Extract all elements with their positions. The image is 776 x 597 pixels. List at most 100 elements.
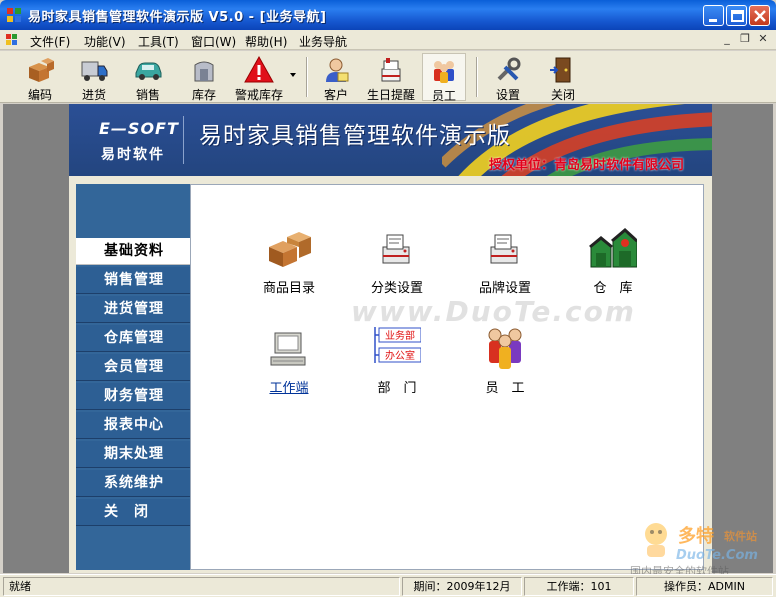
item-category-settings-label: 分类设置 bbox=[370, 281, 423, 296]
item-workstation-label: 工作端 bbox=[269, 381, 309, 396]
nav-item-system[interactable]: 系统维护 bbox=[76, 470, 190, 497]
toolbar-customer-button[interactable]: 客户 bbox=[314, 53, 358, 102]
mdi-restore-button[interactable]: ❐ bbox=[738, 33, 752, 46]
dept-office: 办公室 bbox=[385, 349, 415, 362]
brand-printer-icon bbox=[490, 234, 518, 264]
watermark-text: www.DuoTe.com bbox=[351, 295, 636, 328]
toolbar-code-label: 编码 bbox=[27, 88, 52, 102]
dropdown-arrow-icon[interactable] bbox=[290, 73, 296, 77]
menu-help[interactable]: 帮助(H) bbox=[245, 33, 287, 50]
maximize-button[interactable] bbox=[726, 5, 747, 26]
close-icon bbox=[754, 10, 766, 22]
item-staff[interactable]: 员 工 bbox=[455, 325, 555, 396]
item-product-catalog-label: 商品目录 bbox=[262, 281, 315, 296]
nav-item-members[interactable]: 会员管理 bbox=[76, 354, 190, 381]
nav-item-finance[interactable]: 财务管理 bbox=[76, 383, 190, 410]
status-bar: 就绪 期间：2009年12月 工作端：101 操作员：ADMIN bbox=[0, 574, 776, 597]
toolbar-alert-stock-label: 警戒库存 bbox=[234, 88, 283, 102]
toolbar-separator bbox=[476, 57, 478, 97]
nav-item-warehouse[interactable]: 仓库管理 bbox=[76, 325, 190, 352]
mascot-icon bbox=[645, 523, 667, 557]
minimize-button[interactable] bbox=[703, 5, 724, 26]
title-bar[interactable]: 易时家具销售管理软件演示版 V5.0 - [业务导航] bbox=[0, 0, 776, 30]
item-product-catalog[interactable]: 商品目录 bbox=[239, 225, 339, 296]
menu-tools[interactable]: 工具(T) bbox=[138, 33, 179, 50]
car-icon bbox=[135, 62, 162, 80]
status-text: 就绪 bbox=[3, 577, 400, 596]
toolbar-exit-label: 关闭 bbox=[550, 88, 575, 102]
toolbar-birthday-button[interactable]: 生日提醒 bbox=[364, 53, 418, 102]
menu-function[interactable]: 功能(V) bbox=[84, 33, 126, 50]
logo-divider bbox=[183, 116, 184, 164]
nav-item-basic-data[interactable]: 基础资料 bbox=[76, 238, 190, 265]
nav-item-sales[interactable]: 销售管理 bbox=[76, 267, 190, 294]
toolbar-purchase-button[interactable]: 进货 bbox=[71, 53, 117, 102]
logo-chinese: 易时软件 bbox=[101, 147, 165, 163]
close-button[interactable] bbox=[749, 5, 770, 26]
birthday-icon bbox=[381, 58, 401, 82]
toolbar-exit-button[interactable]: 关闭 bbox=[541, 53, 585, 102]
toolbar-employee-label: 员工 bbox=[431, 89, 456, 103]
toolbar-settings-button[interactable]: 设置 bbox=[486, 53, 530, 102]
toolbar-sales-button[interactable]: 销售 bbox=[125, 53, 171, 102]
item-brand-settings-label: 品牌设置 bbox=[478, 281, 531, 296]
menu-bar: 文件(F) 功能(V) 工具(T) 窗口(W) 帮助(H) 业务导航 _ ❐ ✕ bbox=[0, 30, 776, 50]
menu-business-nav[interactable]: 业务导航 bbox=[299, 33, 347, 50]
toolbar-code-button[interactable]: 编码 bbox=[17, 53, 63, 102]
department-tree-icon: 业务部 办公室 bbox=[374, 327, 421, 363]
nav-item-period-end[interactable]: 期末处理 bbox=[76, 441, 190, 468]
nav-item-purchase[interactable]: 进货管理 bbox=[76, 296, 190, 323]
status-period: 期间：2009年12月 bbox=[402, 577, 522, 596]
toolbar-sales-label: 销售 bbox=[135, 88, 160, 102]
item-warehouse-label: 仓 库 bbox=[593, 281, 633, 296]
toolbar-employee-button[interactable]: 员工 bbox=[422, 53, 466, 103]
mdi-workspace: E—SOFT 易时软件 易时家具销售管理软件演示版 授权单位：青岛易时软件有限公… bbox=[3, 104, 773, 573]
minimize-icon bbox=[709, 19, 717, 22]
window-title: 易时家具销售管理软件演示版 V5.0 - [业务导航] bbox=[28, 10, 327, 25]
employees-icon bbox=[434, 61, 454, 83]
toolbar-purchase-label: 进货 bbox=[81, 88, 106, 102]
item-workstation[interactable]: 工作端 bbox=[239, 325, 339, 396]
licensed-to-text: 授权单位：青岛易时软件有限公司 bbox=[488, 158, 684, 173]
product-boxes-icon bbox=[269, 232, 311, 267]
watermark-brand: 多特 bbox=[678, 526, 714, 547]
storage-icon bbox=[194, 61, 214, 82]
item-warehouse[interactable]: 仓 库 bbox=[563, 225, 663, 296]
toolbar-settings-label: 设置 bbox=[495, 88, 520, 102]
item-department-label: 部 门 bbox=[377, 381, 417, 396]
content-area: www.DuoTe.com 商品目录 分类设置 品牌设置 仓 库 工作端 业务部… bbox=[190, 184, 704, 570]
mdi-close-button[interactable]: ✕ bbox=[756, 33, 770, 46]
dept-business: 业务部 bbox=[385, 329, 415, 342]
toolbar-customer-label: 客户 bbox=[323, 88, 348, 102]
duote-watermark: 多特 软件站 DuoTe.Com 国内最安全的软件站 bbox=[630, 520, 770, 580]
item-brand-settings[interactable]: 品牌设置 bbox=[455, 225, 555, 296]
mdi-minimize-button[interactable]: _ bbox=[720, 33, 734, 46]
menu-file[interactable]: 文件(F) bbox=[30, 33, 70, 50]
banner-title: 易时家具销售管理软件演示版 bbox=[199, 123, 511, 149]
item-category-settings[interactable]: 分类设置 bbox=[347, 225, 447, 296]
app-icon bbox=[7, 8, 21, 22]
toolbar: 编码 进货 销售 库存 警戒库存 客户 生日提醒 员工 设置 关闭 bbox=[0, 51, 776, 103]
customer-icon bbox=[326, 58, 349, 82]
app-banner: E—SOFT 易时软件 易时家具销售管理软件演示版 授权单位：青岛易时软件有限公… bbox=[69, 104, 712, 176]
boxes-icon bbox=[29, 58, 54, 82]
status-workstation: 工作端：101 bbox=[524, 577, 634, 596]
toolbar-birthday-label: 生日提醒 bbox=[366, 88, 415, 102]
maximize-icon bbox=[731, 10, 744, 22]
nav-sidebar: 基础资料 销售管理 进货管理 仓库管理 会员管理 财务管理 报表中心 期末处理 … bbox=[76, 184, 190, 570]
toolbar-stock-button[interactable]: 库存 bbox=[181, 53, 227, 102]
status-operator: 操作员：ADMIN bbox=[636, 577, 773, 596]
nav-item-close[interactable]: 关 闭 bbox=[76, 499, 190, 526]
tools-icon bbox=[497, 57, 521, 81]
toolbar-stock-label: 库存 bbox=[191, 88, 216, 102]
warning-icon bbox=[244, 55, 274, 83]
watermark-brand-suffix: 软件站 bbox=[724, 530, 757, 543]
menu-window[interactable]: 窗口(W) bbox=[191, 33, 236, 50]
item-department[interactable]: 业务部 办公室 部 门 bbox=[347, 325, 447, 396]
watermark-domain: DuoTe.Com bbox=[676, 548, 758, 563]
nav-item-reports[interactable]: 报表中心 bbox=[76, 412, 190, 439]
truck-icon bbox=[81, 61, 108, 81]
workstation-computer-icon bbox=[270, 332, 306, 366]
toolbar-alert-stock-button[interactable]: 警戒库存 bbox=[233, 53, 285, 102]
mdi-child-icon[interactable] bbox=[5, 33, 19, 47]
